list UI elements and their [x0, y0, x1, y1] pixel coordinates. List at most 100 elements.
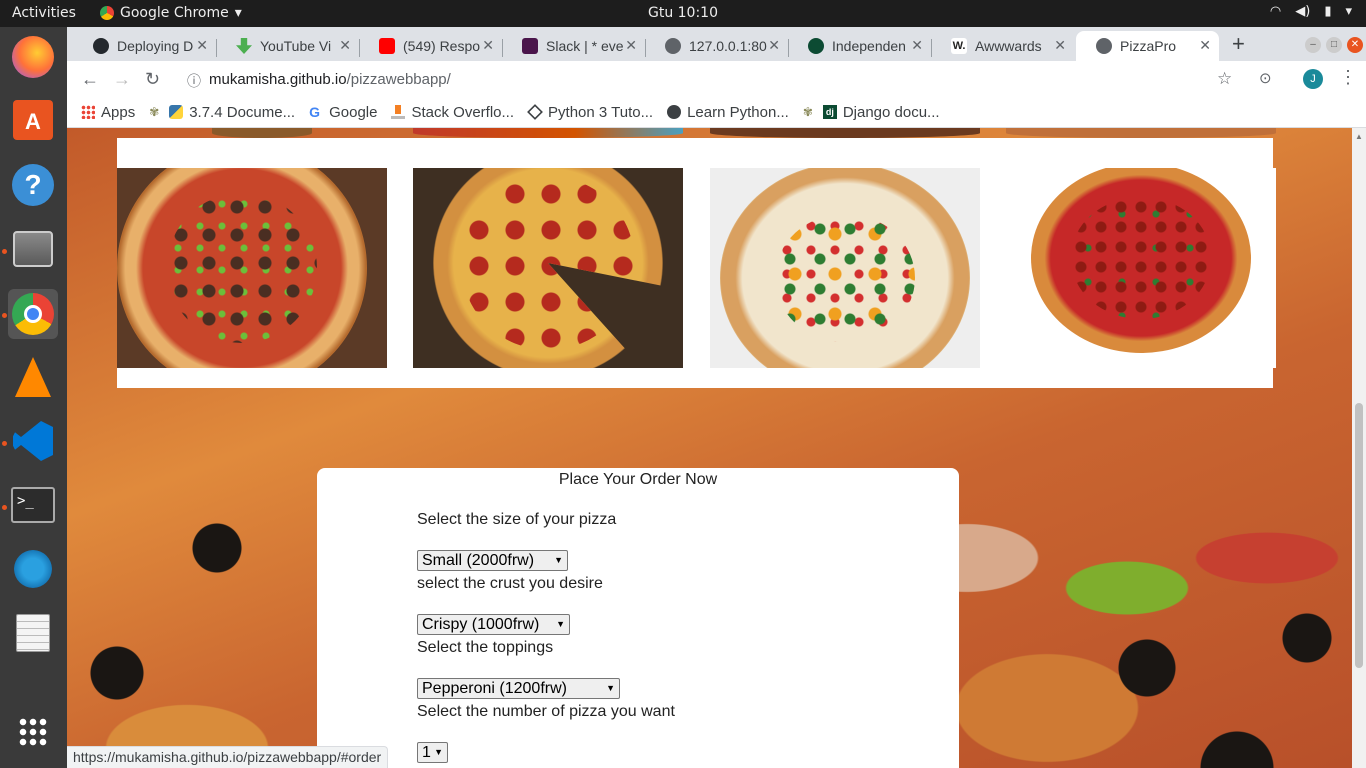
bookmark-star-icon[interactable]: ☆	[1217, 69, 1232, 89]
url-text: mukamisha.github.io/pizzawebbapp/	[209, 71, 451, 88]
tab[interactable]: (549) Respo ✕	[359, 31, 502, 61]
forward-button[interactable]: →	[113, 69, 131, 90]
address-bar[interactable]: ⓘ mukamisha.github.io/pizzawebbapp/	[177, 65, 1257, 93]
activities-button[interactable]: Activities	[12, 5, 76, 21]
app-menu[interactable]: Google Chrome ▾	[100, 5, 242, 21]
dock: A ? >_	[0, 27, 67, 768]
tree-icon: ✾	[149, 105, 160, 119]
close-icon[interactable]: ✕	[625, 37, 637, 54]
github-icon	[93, 38, 109, 54]
order-form: Place Your Order Now Select the size of …	[317, 468, 959, 768]
pizza-image-vegetable	[710, 168, 980, 368]
text-editor-icon[interactable]	[8, 608, 58, 658]
firefox-icon[interactable]	[8, 32, 58, 82]
info-icon[interactable]: ⓘ	[187, 71, 201, 91]
download-icon	[236, 38, 252, 54]
pizza-image-top-2	[413, 128, 683, 138]
tab-label: 127.0.0.1:80	[689, 38, 767, 54]
browser-toolbar: ← → ↻ ⓘ mukamisha.github.io/pizzawebbapp…	[67, 61, 1366, 97]
scrollbar[interactable]: ▲	[1352, 128, 1366, 768]
bookmark-python-docs[interactable]: ✾ 3.7.4 Docume...	[149, 104, 295, 121]
scrollbar-thumb[interactable]	[1355, 403, 1363, 668]
show-apps-icon[interactable]	[8, 707, 58, 757]
reload-button[interactable]: ↻	[145, 69, 160, 90]
tab[interactable]: Independen ✕	[788, 31, 931, 61]
tab[interactable]: YouTube Vi ✕	[216, 31, 359, 61]
vscode-icon[interactable]	[8, 416, 58, 466]
tab-active[interactable]: PizzaPro ✕	[1076, 31, 1219, 61]
new-tab-button[interactable]: +	[1232, 31, 1245, 57]
globe-icon	[665, 38, 681, 54]
bookmark-django-docs[interactable]: ✾ dj Django docu...	[803, 104, 940, 121]
pizza-image-top-4	[1006, 128, 1276, 138]
close-window-button[interactable]: ✕	[1347, 37, 1363, 53]
toppings-select[interactable]: Pepperoni (1200frw) ▼	[417, 678, 620, 699]
bookmark-python-tutorial[interactable]: Python 3 Tuto...	[527, 104, 653, 121]
vlc-icon[interactable]	[8, 352, 58, 402]
independent-icon	[808, 38, 824, 54]
tab-label: Awwwards	[975, 38, 1042, 54]
python-icon	[169, 105, 184, 119]
chrome-icon[interactable]	[8, 289, 58, 339]
scroll-up-icon[interactable]: ▲	[1355, 132, 1363, 141]
close-icon[interactable]: ✕	[339, 37, 351, 54]
extension-icon[interactable]: ⊙	[1259, 69, 1272, 87]
crust-select[interactable]: Crispy (1000frw) ▼	[417, 614, 570, 635]
tab[interactable]: Deploying D ✕	[73, 31, 216, 61]
page-viewport[interactable]: Place Your Order Now Select the size of …	[67, 128, 1352, 768]
django-icon: dj	[822, 105, 837, 119]
system-tray[interactable]: ◠ ◀) ▮ ▾	[1270, 4, 1352, 19]
clock[interactable]: Gtu 10:10	[648, 5, 718, 21]
google-icon: G	[309, 104, 320, 120]
close-icon[interactable]: ✕	[1054, 37, 1066, 54]
terminal-icon[interactable]: >_	[8, 480, 58, 530]
bookmark-google[interactable]: G Google	[309, 104, 377, 121]
bookmark-stackoverflow[interactable]: Stack Overflo...	[391, 104, 514, 121]
tab[interactable]: W. Awwwards ✕	[931, 31, 1074, 61]
size-label: Select the size of your pizza	[417, 511, 617, 528]
volume-icon: ◀)	[1295, 4, 1311, 19]
dropdown-arrow-icon: ▼	[434, 747, 443, 757]
avatar[interactable]: J	[1303, 69, 1323, 89]
youtube-icon	[379, 38, 395, 54]
tree-icon: ✾	[802, 105, 813, 119]
status-bar-url: https://mukamisha.github.io/pizzawebbapp…	[67, 746, 389, 768]
help-icon[interactable]: ?	[8, 160, 58, 210]
close-icon[interactable]: ✕	[768, 37, 780, 54]
bookmark-apps[interactable]: Apps	[81, 104, 135, 121]
back-button[interactable]: ←	[81, 69, 99, 90]
close-icon[interactable]: ✕	[482, 37, 494, 54]
close-icon[interactable]: ✕	[1199, 37, 1211, 54]
number-label: Select the number of pizza you want	[417, 703, 675, 720]
software-center-icon[interactable]: A	[8, 95, 58, 145]
pizza-image-top-3	[710, 128, 980, 138]
close-icon[interactable]: ✕	[911, 37, 923, 54]
kolourpaint-icon[interactable]	[8, 544, 58, 594]
close-icon[interactable]: ✕	[196, 37, 208, 54]
tab[interactable]: 127.0.0.1:80 ✕	[645, 31, 788, 61]
size-select[interactable]: Small (2000frw) ▼	[417, 550, 568, 571]
minimize-button[interactable]: –	[1305, 37, 1321, 53]
stackoverflow-icon	[391, 105, 406, 119]
apps-grid-icon	[81, 105, 95, 119]
bookmark-learn-python[interactable]: Learn Python...	[667, 104, 789, 121]
dropdown-arrow-icon: ▼	[606, 683, 615, 693]
diamond-icon	[527, 104, 543, 120]
tab[interactable]: Slack | * eve ✕	[502, 31, 645, 61]
pizza-image-top-1	[212, 128, 312, 138]
maximize-button[interactable]: □	[1326, 37, 1342, 53]
chrome-icon	[100, 6, 114, 20]
number-select[interactable]: 1 ▼	[417, 742, 448, 763]
app-menu-label: Google Chrome	[120, 5, 229, 21]
dropdown-arrow-icon: ▼	[554, 555, 563, 565]
chevron-down-icon: ▾	[234, 5, 242, 21]
tab-strip: Deploying D ✕ YouTube Vi ✕ (549) Respo ✕…	[67, 27, 1366, 61]
files-icon[interactable]	[8, 224, 58, 274]
menu-icon[interactable]: ⋮	[1339, 67, 1357, 88]
toppings-label: Select the toppings	[417, 639, 554, 656]
tab-label: PizzaPro	[1120, 38, 1177, 54]
tab-label: Slack | * eve	[546, 38, 624, 54]
awwwards-icon: W.	[951, 38, 967, 54]
gallery-top-row	[117, 128, 1277, 138]
battery-icon: ▮	[1324, 4, 1332, 19]
